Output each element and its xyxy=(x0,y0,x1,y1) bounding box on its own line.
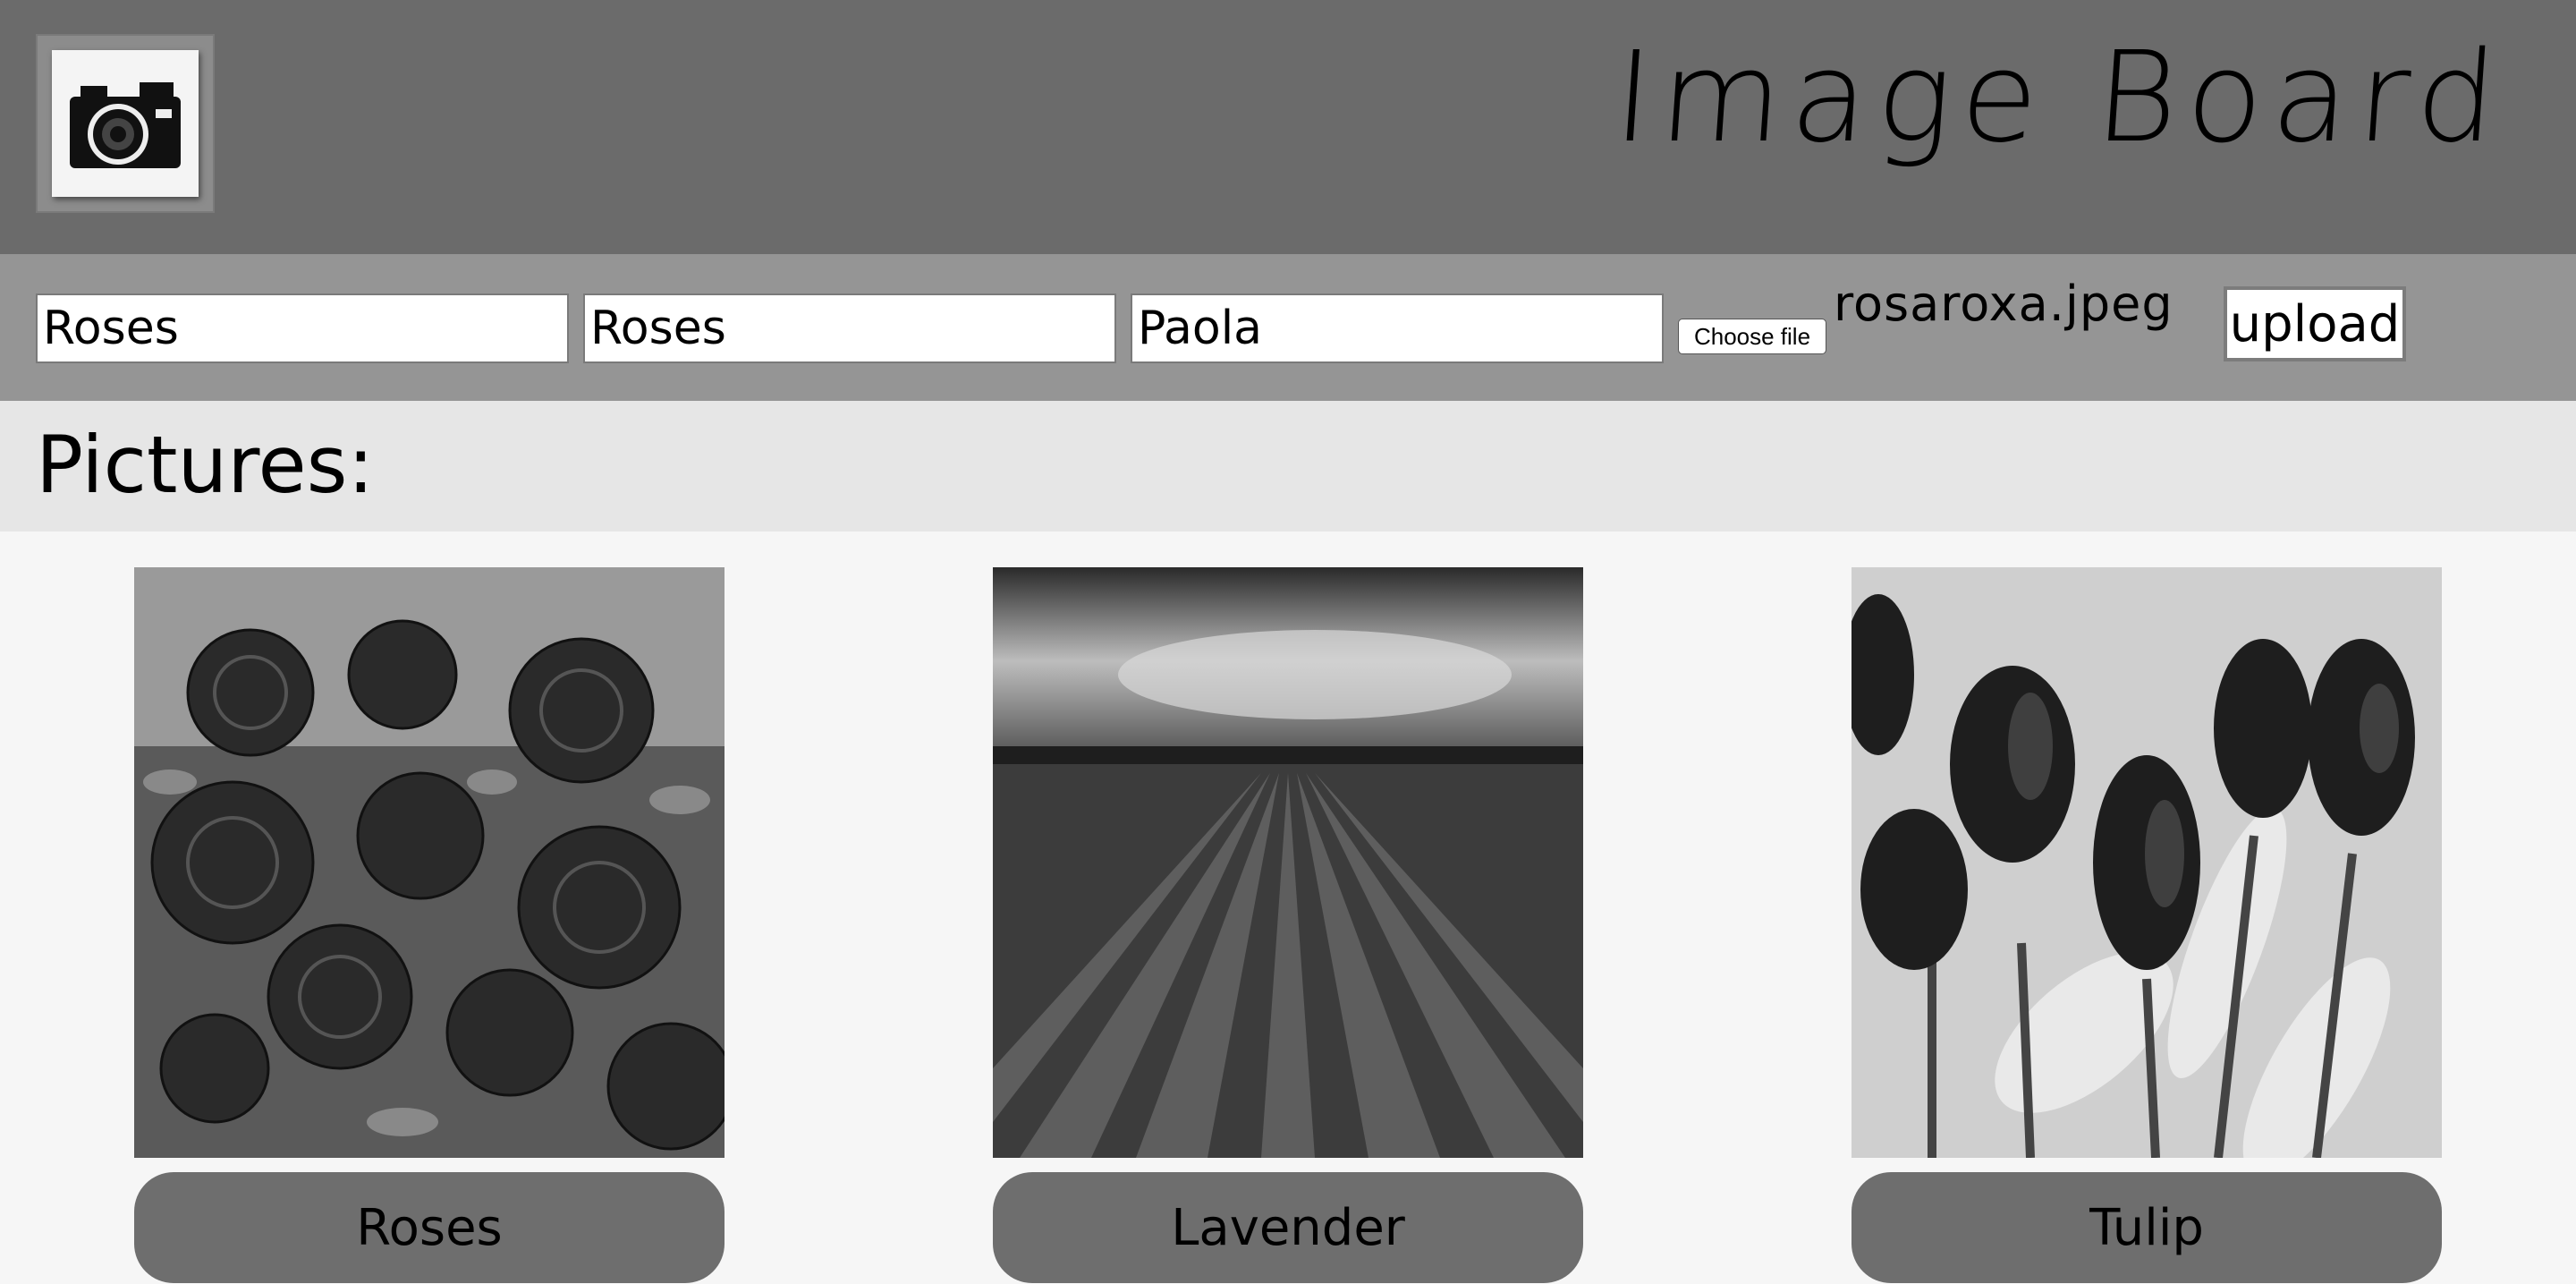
roses-image[interactable] xyxy=(134,567,724,1158)
pictures-header: Pictures: xyxy=(0,401,2576,531)
selected-file-name: rosaroxa.jpeg xyxy=(1834,276,2174,332)
pictures-heading: Pictures: xyxy=(36,419,375,511)
card-label-roses[interactable]: Roses xyxy=(134,1172,724,1283)
title-input[interactable] xyxy=(36,293,569,363)
choose-file-button[interactable]: Choose file xyxy=(1678,319,1826,354)
username-input[interactable] xyxy=(1131,293,1664,363)
image-card: Tulip xyxy=(1852,567,2442,1283)
camera-icon xyxy=(70,82,181,168)
description-input[interactable] xyxy=(583,293,1116,363)
upload-form: Choose file rosaroxa.jpeg upload xyxy=(0,254,2576,401)
lavender-image[interactable] xyxy=(993,567,1583,1158)
logo-frame xyxy=(52,50,199,197)
logo[interactable] xyxy=(36,34,215,213)
tulip-image[interactable] xyxy=(1852,567,2442,1158)
header: Image Board xyxy=(0,0,2576,254)
image-card: Lavender xyxy=(993,567,1583,1283)
app-title: Image Board xyxy=(1609,25,2510,171)
card-label-lavender[interactable]: Lavender xyxy=(993,1172,1583,1283)
card-label-tulip[interactable]: Tulip xyxy=(1852,1172,2442,1283)
image-card: Roses xyxy=(134,567,724,1283)
upload-button[interactable]: upload xyxy=(2224,286,2406,361)
